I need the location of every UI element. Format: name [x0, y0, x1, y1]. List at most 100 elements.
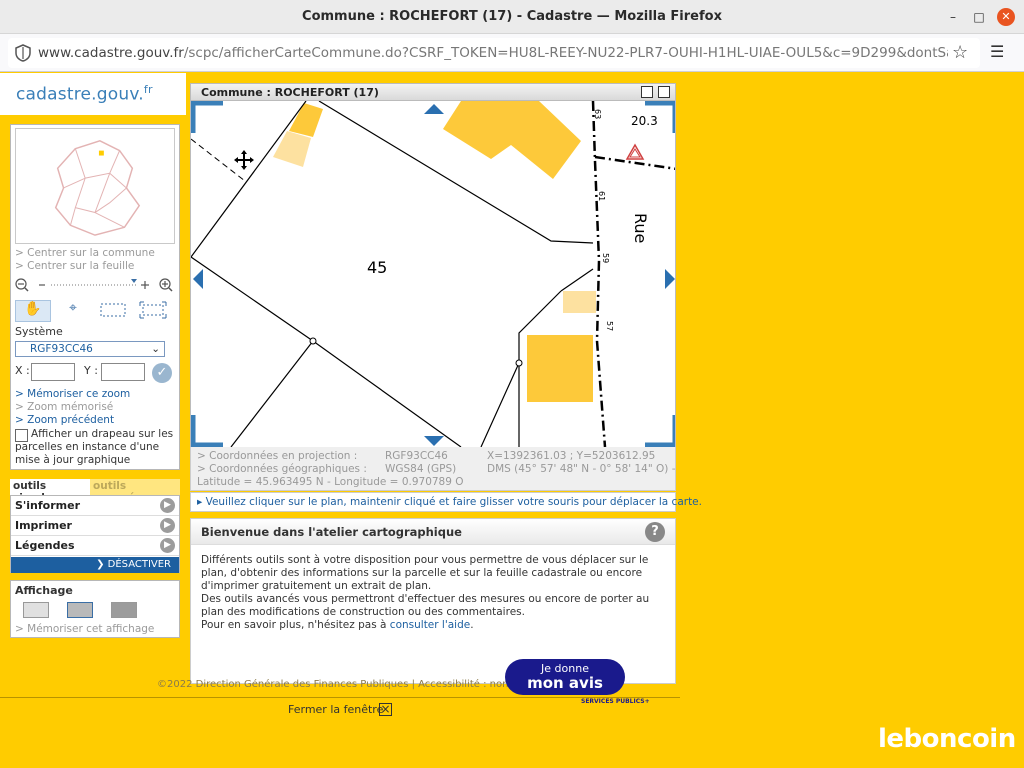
url-text[interactable]: www.cadastre.gouv.fr/scpc/afficherCarteC… [38, 45, 948, 61]
move-cursor-icon [234, 150, 254, 170]
arrow-right-icon: ▶ [160, 518, 175, 533]
x-label: X : [15, 364, 30, 377]
menu-item-label: S'informer [15, 499, 81, 512]
display-title: Affichage [15, 584, 73, 597]
bookmark-star-icon[interactable]: ☆ [952, 42, 968, 63]
menu-icon[interactable]: ☰ [990, 42, 1004, 61]
menu-item-informer[interactable]: S'informer ▶ [11, 496, 179, 516]
flag-checkbox[interactable] [15, 429, 28, 442]
welcome-paragraph: Des outils avancés vous permettront d'ef… [201, 593, 650, 618]
y-coordinate-input[interactable] [101, 363, 145, 381]
display-mode-3-icon[interactable] [111, 602, 137, 618]
zoom-slider[interactable] [13, 275, 178, 295]
display-panel: Affichage > Mémoriser cet affichage [10, 580, 180, 638]
footer-divider [0, 697, 680, 698]
window-title: Commune : ROCHEFORT (17) - Cadastre — Mo… [302, 9, 722, 24]
crosshair-icon[interactable]: ⌖ [55, 300, 91, 322]
shield-icon[interactable] [14, 44, 32, 62]
map-frame-corners [191, 101, 675, 447]
display-mode-1-icon[interactable] [23, 602, 49, 618]
help-icon[interactable]: ? [645, 522, 665, 542]
commune-overview-map[interactable] [15, 128, 175, 244]
url-field[interactable]: www.cadastre.gouv.fr/scpc/afficherCarteC… [8, 38, 980, 68]
map-canvas[interactable]: 45 20.3 Rue 63 61 59 57 [191, 101, 676, 447]
system-label: Système [15, 325, 63, 338]
tab-simple-tools[interactable]: outils simples [10, 479, 90, 504]
map-title: Commune : ROCHEFORT (17) [201, 86, 379, 99]
maximize-icon[interactable]: □ [970, 8, 988, 26]
arrow-right-icon: ▶ [160, 538, 175, 553]
minimize-icon[interactable]: – [944, 8, 962, 26]
cadastral-map[interactable]: 45 20.3 Rue 63 61 59 57 [190, 101, 676, 447]
menu-item-imprimer[interactable]: Imprimer ▶ [11, 516, 179, 536]
site-logo[interactable]: cadastre.gouv.fr [16, 83, 153, 105]
logo-text: cadastre.gouv. [16, 84, 144, 105]
pan-down-arrow-icon[interactable] [424, 436, 444, 446]
menu-item-legendes[interactable]: Légendes ▶ [11, 536, 179, 556]
x-coordinate-input[interactable] [31, 363, 75, 381]
geographic-coordinates-label: > Coordonnées géographiques : [197, 463, 367, 475]
close-window-icon[interactable]: × [379, 703, 392, 716]
current-view-marker [98, 150, 104, 156]
map-header: Commune : ROCHEFORT (17) [190, 83, 676, 101]
close-icon[interactable]: ✕ [997, 8, 1015, 26]
zoom-box-icon[interactable] [95, 300, 131, 322]
chevron-down-icon: ⌄ [151, 343, 160, 355]
previous-zoom-link[interactable]: > Zoom précédent [15, 414, 114, 426]
zoom-slider-handle[interactable] [131, 279, 137, 283]
street-number-label: 59 [601, 253, 610, 263]
pan-hand-icon[interactable]: ✋ [15, 300, 51, 322]
zoom-extent-icon[interactable] [135, 300, 171, 322]
url-domain: www.cadastre.gouv.fr [38, 45, 184, 61]
y-label: Y : [84, 364, 98, 377]
parcel-number-label: 45 [367, 258, 387, 277]
logo-area: cadastre.gouv.fr [0, 73, 186, 115]
deactivate-button[interactable]: ❯ DÉSACTIVER [11, 557, 179, 573]
street-number-label: 61 [597, 191, 606, 201]
url-path: /scpc/afficherCarteCommune.do?CSRF_TOKEN… [183, 45, 948, 61]
building [563, 291, 596, 313]
welcome-text: Différents outils sont à votre dispositi… [201, 554, 667, 632]
pan-left-arrow-icon[interactable] [193, 269, 203, 289]
arrow-right-icon: ▶ [160, 498, 175, 513]
memorize-display-link[interactable]: > Mémoriser cet affichage [15, 623, 154, 635]
building [289, 103, 323, 137]
center-commune-link[interactable]: > Centrer sur la commune [15, 247, 155, 259]
street-number-label: 57 [605, 321, 614, 331]
flag-option-label: Afficher un drapeau sur les parcelles en… [15, 428, 174, 466]
validate-coordinates-icon[interactable]: ✓ [152, 363, 172, 383]
welcome-paragraph: Différents outils sont à votre dispositi… [201, 554, 649, 592]
map-hint: ▸ Veuillez cliquer sur le plan, mainteni… [190, 492, 702, 512]
menu-item-label: Légendes [15, 539, 75, 552]
pan-up-arrow-icon[interactable] [424, 104, 444, 114]
welcome-help-prefix: Pour en savoir plus, n'hésitez pas à [201, 619, 390, 631]
memorize-zoom-link[interactable]: > Mémoriser ce zoom [15, 388, 130, 400]
restore-window-icon[interactable] [641, 86, 653, 98]
geographic-coordinates-value: DMS (45° 57' 48" N - 0° 58' 14" O) - [487, 463, 676, 475]
center-sheet-link[interactable]: > Centrer sur la feuille [15, 260, 134, 272]
tab-advanced-tools[interactable]: outils avancés [90, 479, 180, 504]
geographic-system-text: WGS84 (GPS) [385, 463, 457, 475]
feedback-line-2: mon avis [527, 674, 603, 692]
tools-menu: S'informer ▶ Imprimer ▶ Légendes ▶ ❯ DÉSACT… [10, 495, 180, 573]
watermark: leboncoin [878, 724, 1016, 754]
tool-tabs: outils simples outils avancés [10, 479, 180, 504]
close-window-link[interactable]: Fermer la fenêtre [288, 703, 383, 716]
window-titlebar: Commune : ROCHEFORT (17) - Cadastre — Mo… [0, 0, 1024, 34]
coordinates-panel: > Coordonnées en projection : RGF93CC46 … [190, 447, 676, 491]
display-mode-2-icon[interactable] [67, 602, 93, 618]
memorized-zoom-link[interactable]: > Zoom mémorisé [15, 401, 113, 413]
projection-system-text: RGF93CC46 [385, 450, 448, 462]
pan-right-arrow-icon[interactable] [665, 269, 675, 289]
menu-item-label: Imprimer [15, 519, 72, 532]
building [527, 335, 593, 402]
projection-system-select[interactable]: RGF93CC46 ⌄ [15, 341, 165, 357]
map-tools: ✋ ⌖ [13, 300, 178, 324]
street-number-label: 63 [593, 109, 602, 119]
feedback-button[interactable]: Je donne mon avis [505, 659, 625, 695]
help-link[interactable]: consulter l'aide [390, 619, 470, 631]
maximize-window-icon[interactable] [658, 86, 670, 98]
footer-copyright[interactable]: ©2022 Direction Générale des Finances Pu… [157, 679, 559, 690]
feedback-line-1: Je donne [541, 662, 589, 675]
projection-coordinates-value: X=1392361.03 ; Y=5203612.95 [487, 450, 656, 462]
